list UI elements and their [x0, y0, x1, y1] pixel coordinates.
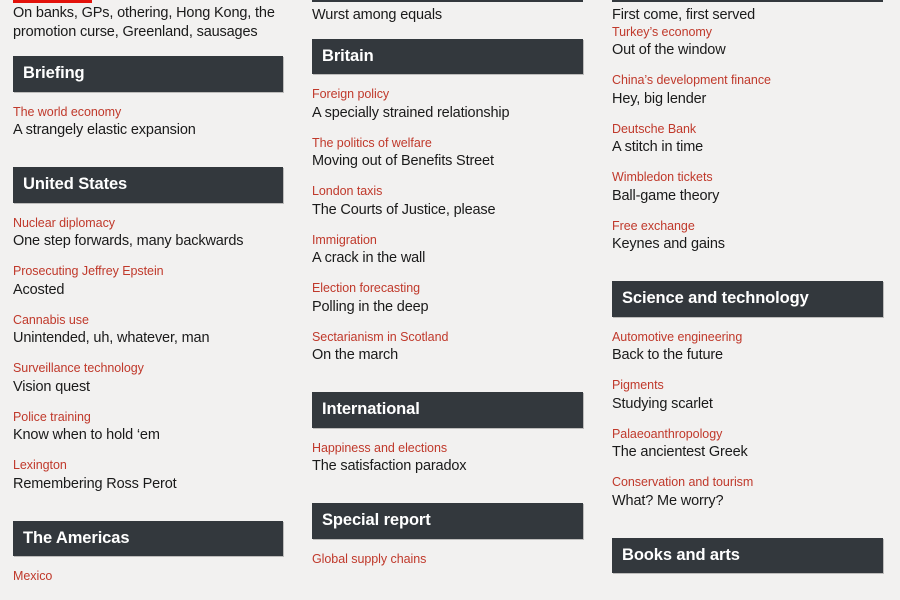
article-entry[interactable]: Happiness and elections The satisfaction … [312, 441, 583, 476]
article-entry[interactable]: Wimbledon tickets Ball-game theory [612, 170, 883, 205]
contents-column-3: First come, first served Turkey’s economy… [600, 0, 900, 600]
article-headline[interactable]: On the march [312, 346, 583, 365]
article-kicker[interactable]: Foreign policy [312, 87, 583, 103]
article-entry[interactable]: China’s development finance Hey, big lend… [612, 73, 883, 108]
article-kicker[interactable]: Lexington [13, 458, 283, 474]
article-kicker[interactable]: Police training [13, 410, 283, 426]
article-entry[interactable]: Deutsche Bank A stitch in time [612, 122, 883, 157]
article-headline[interactable]: Out of the window [612, 41, 883, 60]
article-entry[interactable]: Turkey’s economy Out of the window [612, 25, 883, 60]
article-headline[interactable]: The Courts of Justice, please [312, 201, 583, 220]
article-entry[interactable]: Automotive engineering Back to the future [612, 330, 883, 365]
lead-continuation-text: On banks, GPs, othering, Hong Kong, the … [13, 5, 275, 41]
article-kicker[interactable]: Global supply chains [312, 552, 583, 568]
article-kicker[interactable]: Deutsche Bank [612, 122, 883, 138]
article-headline[interactable]: Remembering Ross Perot [13, 475, 283, 494]
section-header-international[interactable]: International [312, 392, 583, 428]
article-kicker[interactable]: Happiness and elections [312, 441, 583, 457]
article-entry[interactable]: Surveillance technology Vision quest [13, 361, 283, 396]
article-kicker[interactable]: Sectarianism in Scotland [312, 330, 583, 346]
article-entry[interactable]: Conservation and tourism What? Me worry? [612, 475, 883, 510]
article-headline[interactable]: The satisfaction paradox [312, 457, 583, 476]
article-entry[interactable]: Pigments Studying scarlet [612, 378, 883, 413]
article-headline[interactable]: Acosted [13, 281, 283, 300]
article-entry[interactable]: Lexington Remembering Ross Perot [13, 458, 283, 493]
article-headline[interactable]: Polling in the deep [312, 298, 583, 317]
article-kicker[interactable]: Wimbledon tickets [612, 170, 883, 186]
article-entry[interactable]: Palaeoanthropology The ancientest Greek [612, 427, 883, 462]
article-entry[interactable]: Mexico [13, 569, 283, 585]
article-headline[interactable]: Studying scarlet [612, 395, 883, 414]
article-entry[interactable]: Sectarianism in Scotland On the march [312, 330, 583, 365]
lead-continuation-text: First come, first served [612, 7, 756, 23]
contents-column-2: Wurst among equals Britain Foreign policy A… [300, 0, 600, 600]
article-entry[interactable]: The world economy A strangely elastic exp… [13, 105, 283, 140]
section-header-briefing[interactable]: Briefing [13, 56, 283, 92]
article-headline[interactable]: Vision quest [13, 378, 283, 397]
article-entry[interactable]: Immigration A crack in the wall [312, 233, 583, 268]
article-headline[interactable]: Know when to hold ‘em [13, 426, 283, 445]
article-kicker[interactable]: Mexico [13, 569, 283, 585]
contents-column-1: On banks, GPs, othering, Hong Kong, the … [0, 0, 300, 600]
article-headline[interactable]: A stitch in time [612, 138, 883, 157]
article-headline[interactable]: A strangely elastic expansion [13, 121, 283, 140]
article-headline[interactable]: One step forwards, many backwards [13, 232, 283, 251]
section-header-science-and-technology[interactable]: Science and technology [612, 281, 883, 317]
article-kicker[interactable]: Pigments [612, 378, 883, 394]
article-headline[interactable]: Back to the future [612, 346, 883, 365]
article-kicker[interactable]: China’s development finance [612, 73, 883, 89]
article-kicker[interactable]: Election forecasting [312, 281, 583, 297]
article-kicker[interactable]: Surveillance technology [13, 361, 283, 377]
article-kicker[interactable]: Free exchange [612, 219, 883, 235]
section-header-books-and-arts[interactable]: Books and arts [612, 537, 883, 574]
article-headline[interactable]: Moving out of Benefits Street [312, 152, 583, 171]
article-headline[interactable]: Ball-game theory [612, 187, 883, 206]
article-kicker[interactable]: Conservation and tourism [612, 475, 883, 491]
article-headline[interactable]: The ancientest Greek [612, 443, 883, 462]
article-headline[interactable]: A specially strained relationship [312, 104, 583, 123]
article-entry[interactable]: Nuclear diplomacy One step forwards, many… [13, 216, 283, 251]
article-kicker[interactable]: London taxis [312, 184, 583, 200]
section-header-britain[interactable]: Britain [312, 38, 583, 75]
article-entry[interactable]: Cannabis use Unintended, uh, whatever, ma… [13, 313, 283, 348]
article-headline[interactable]: Keynes and gains [612, 235, 883, 254]
contents-page: On banks, GPs, othering, Hong Kong, the … [0, 0, 900, 600]
article-entry[interactable]: Foreign policy A specially strained relat… [312, 87, 583, 122]
article-headline[interactable]: Hey, big lender [612, 90, 883, 109]
article-kicker[interactable]: Cannabis use [13, 313, 283, 329]
article-kicker[interactable]: Immigration [312, 233, 583, 249]
section-header-the-americas[interactable]: The Americas [13, 520, 283, 557]
article-kicker[interactable]: Automotive engineering [612, 330, 883, 346]
article-kicker[interactable]: Turkey’s economy [612, 25, 883, 41]
article-entry[interactable]: London taxis The Courts of Justice, pleas… [312, 184, 583, 219]
article-headline[interactable]: What? Me worry? [612, 492, 883, 511]
article-entry[interactable]: Prosecuting Jeffrey Epstein Acosted [13, 264, 283, 299]
article-entry[interactable]: Police training Know when to hold ‘em [13, 410, 283, 445]
article-headline[interactable]: Unintended, uh, whatever, man [13, 329, 283, 348]
article-entry[interactable]: Free exchange Keynes and gains [612, 219, 883, 254]
section-header-united-states[interactable]: United States [13, 167, 283, 203]
article-kicker[interactable]: The world economy [13, 105, 283, 121]
article-kicker[interactable]: Nuclear diplomacy [13, 216, 283, 232]
section-header-special-report[interactable]: Special report [312, 503, 583, 539]
article-entry[interactable]: The politics of welfare Moving out of Ben… [312, 136, 583, 171]
lead-continuation-text: Wurst among equals [312, 7, 443, 23]
article-headline[interactable]: A crack in the wall [312, 249, 583, 268]
article-kicker[interactable]: Palaeoanthropology [612, 427, 883, 443]
article-kicker[interactable]: Prosecuting Jeffrey Epstein [13, 264, 283, 280]
article-kicker[interactable]: The politics of welfare [312, 136, 583, 152]
article-entry[interactable]: Election forecasting Polling in the deep [312, 281, 583, 316]
article-entry[interactable]: Global supply chains [312, 552, 583, 568]
